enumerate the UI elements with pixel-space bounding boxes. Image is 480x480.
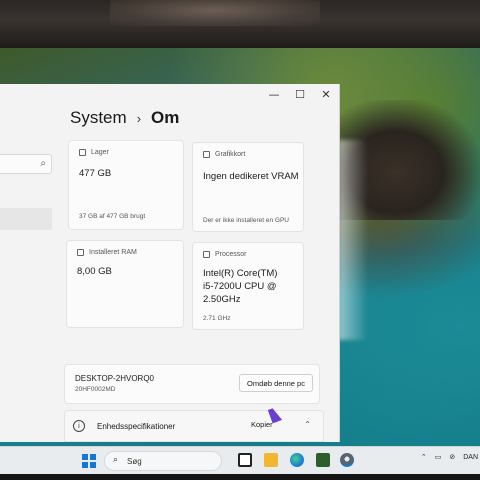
taskbar-search-box[interactable]: ⌕ Søg — [104, 451, 222, 471]
bezel-reflection — [110, 0, 320, 26]
graphics-card-icon — [203, 151, 210, 158]
breadcrumb-system[interactable]: System — [70, 108, 127, 128]
info-icon: i — [73, 420, 85, 432]
search-icon: ⌕ — [40, 158, 46, 169]
device-specifications-header[interactable]: i Enhedsspecifikationer Kopier ⌃ — [64, 410, 324, 442]
ram-card[interactable]: Installeret RAM 8,00 GB — [66, 240, 184, 328]
graphics-label: Grafikkort — [215, 151, 246, 158]
task-view-icon[interactable] — [238, 453, 252, 467]
ram-label: Installeret RAM — [89, 249, 137, 256]
processor-speed: 2.71 GHz — [203, 315, 231, 322]
processor-value-line2: i5-7200U CPU @ — [203, 281, 277, 292]
edge-browser-icon[interactable] — [290, 453, 304, 467]
page-title: Om — [151, 108, 180, 127]
wallpaper-foam — [338, 140, 368, 340]
window-controls: — ☐ ✕ — [261, 84, 339, 104]
processor-label: Processor — [215, 251, 247, 258]
copy-button[interactable]: Kopier — [251, 420, 273, 429]
settings-window: — ☐ ✕ ⌕ System › Om Lager 477 GB 37 GB a… — [0, 84, 340, 442]
processor-card[interactable]: Processor Intel(R) Core(TM) i5-7200U CPU… — [192, 242, 304, 330]
settings-gear-icon[interactable] — [340, 453, 354, 467]
navigation-pane: ⌕ — [0, 84, 56, 442]
breadcrumb: System › Om — [70, 108, 179, 128]
language-indicator[interactable]: DAN — [463, 454, 478, 461]
rename-pc-button[interactable]: Omdøb denne pc — [239, 374, 313, 392]
graphics-card[interactable]: Grafikkort Ingen dedikeret VRAM Der er i… — [192, 142, 304, 232]
network-icon[interactable]: ⊘ — [449, 453, 455, 461]
device-model: 20HF0002MD — [75, 386, 116, 393]
storage-label: Lager — [91, 149, 109, 156]
file-explorer-icon[interactable] — [264, 453, 278, 467]
taskbar-search-label: Søg — [127, 457, 142, 466]
nav-item-selected[interactable] — [0, 208, 52, 230]
processor-icon — [203, 251, 210, 258]
windows-start-icon[interactable] — [82, 454, 96, 468]
system-tray: ⌃ ▭ ⊘ DAN — [421, 453, 480, 461]
taskbar: ⌕ Søg ⌃ ▭ ⊘ DAN — [0, 446, 480, 474]
graphics-sub: Der er ikke installeret en GPU — [203, 217, 289, 224]
minimize-button[interactable]: — — [261, 84, 287, 104]
storage-value: 477 GB — [79, 168, 112, 179]
storage-used: 37 GB af 477 GB brugt — [79, 213, 146, 220]
chevron-up-icon[interactable]: ⌃ — [304, 420, 311, 429]
search-icon: ⌕ — [113, 455, 119, 465]
maximize-button[interactable]: ☐ — [287, 84, 313, 104]
specs-label: Enhedsspecifikationer — [97, 422, 176, 431]
chevron-up-icon[interactable]: ⌃ — [421, 453, 427, 461]
processor-value-line1: Intel(R) Core(TM) — [203, 268, 278, 279]
close-button[interactable]: ✕ — [313, 84, 339, 104]
ram-icon — [77, 249, 84, 256]
storage-icon — [79, 149, 86, 156]
device-name: DESKTOP-2HVORQ0 — [75, 374, 154, 383]
processor-value-line3: 2.50GHz — [203, 294, 241, 305]
store-icon[interactable] — [316, 453, 330, 467]
ram-value: 8,00 GB — [77, 266, 112, 277]
device-name-row: DESKTOP-2HVORQ0 20HF0002MD Omdøb denne p… — [64, 364, 320, 404]
screen-bezel-bottom — [0, 474, 480, 480]
chevron-right-icon: › — [136, 110, 142, 126]
storage-card[interactable]: Lager 477 GB 37 GB af 477 GB brugt — [68, 140, 184, 230]
graphics-value: Ingen dedikeret VRAM — [203, 171, 299, 182]
battery-icon[interactable]: ▭ — [435, 453, 442, 461]
settings-search-input[interactable]: ⌕ — [0, 154, 52, 174]
